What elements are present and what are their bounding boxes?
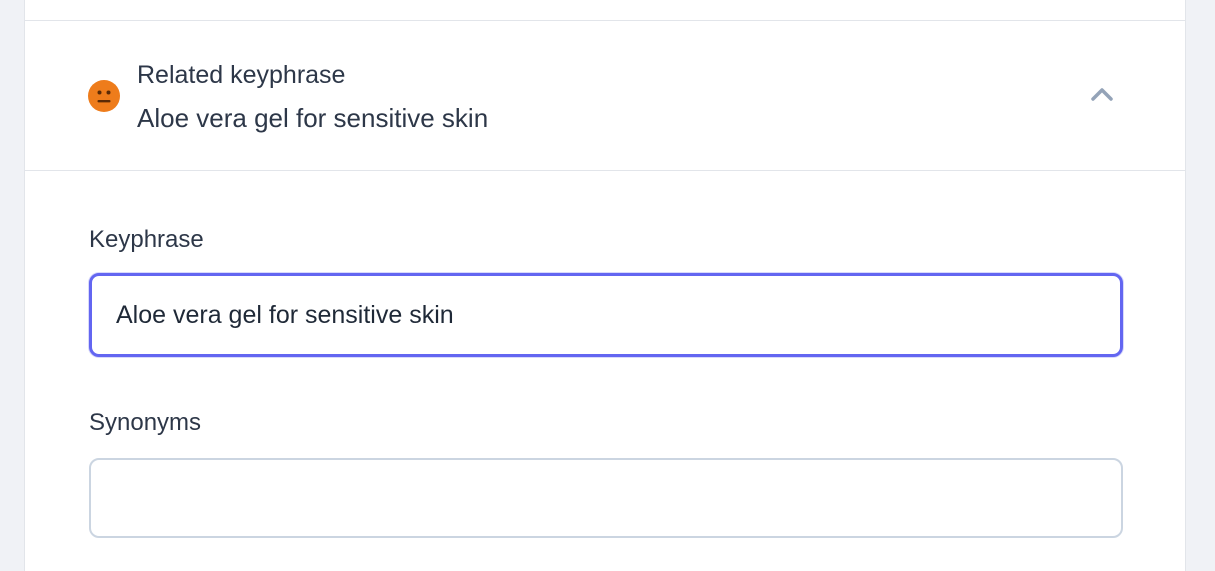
related-keyphrase-toggle[interactable]: Related keyphrase Aloe vera gel for sens…	[25, 21, 1185, 170]
synonyms-input[interactable]	[89, 458, 1123, 538]
synonyms-label: Synonyms	[89, 409, 202, 436]
seo-panel: Related keyphrase Aloe vera gel for sens…	[24, 0, 1186, 571]
chevron-up-icon[interactable]	[1089, 85, 1115, 103]
divider	[25, 170, 1185, 171]
section-subtitle: Aloe vera gel for sensitive skin	[137, 103, 489, 133]
keyphrase-input[interactable]	[89, 273, 1123, 357]
section-title: Related keyphrase	[137, 61, 346, 89]
neutral-face-icon	[88, 80, 120, 112]
keyphrase-label: Keyphrase	[89, 226, 204, 253]
